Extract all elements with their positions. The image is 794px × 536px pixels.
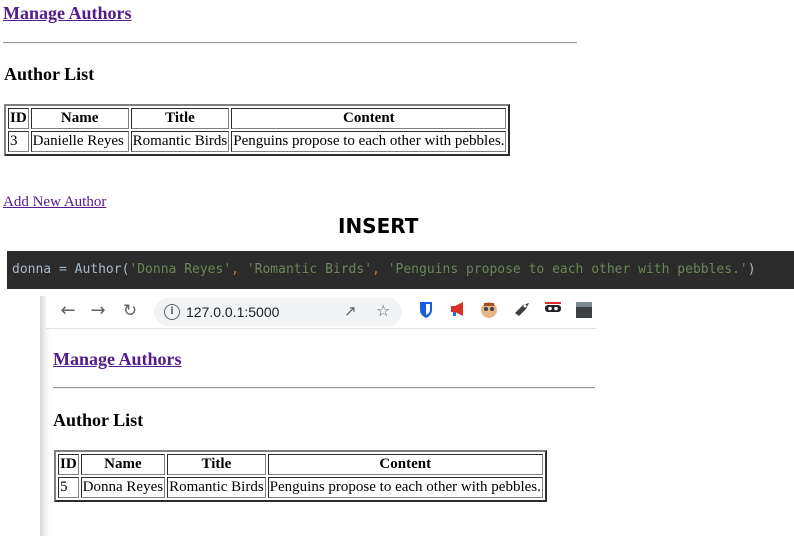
col-content-header: Content xyxy=(231,108,507,129)
bitwarden-icon[interactable] xyxy=(416,301,436,321)
back-icon[interactable]: ← xyxy=(58,301,78,321)
author-list-heading: Author List xyxy=(53,410,144,430)
megaphone-icon[interactable] xyxy=(448,301,468,321)
mask-extension-icon[interactable] xyxy=(543,301,563,321)
author-table: ID Name Title Content 3 Danielle Reyes R… xyxy=(4,104,511,156)
code-prefix: donna = Author( xyxy=(12,262,130,277)
share-icon[interactable]: ↗ xyxy=(344,302,357,320)
divider xyxy=(53,387,595,389)
dark-extension-icon[interactable] xyxy=(574,301,594,321)
insert-label: INSERT xyxy=(338,214,419,238)
avatar-extension-icon[interactable] xyxy=(479,301,499,321)
forward-icon[interactable]: → xyxy=(88,301,108,321)
cell-name: Donna Reyes xyxy=(80,477,166,498)
browser-window-edge xyxy=(40,296,50,536)
cell-id: 3 xyxy=(8,131,29,152)
divider xyxy=(3,42,577,44)
url-text[interactable]: 127.0.0.1:5000 xyxy=(186,304,279,320)
code-separator: , xyxy=(231,262,247,277)
code-snippet: donna = Author('Donna Reyes', 'Romantic … xyxy=(7,251,794,289)
table-row: 3 Danielle Reyes Romantic Birds Penguins… xyxy=(8,131,507,152)
bookmark-star-icon[interactable]: ☆ xyxy=(376,301,390,320)
cell-title: Romantic Birds xyxy=(167,477,266,498)
cell-name: Danielle Reyes xyxy=(30,131,129,152)
cell-title: Romantic Birds xyxy=(130,131,230,152)
col-title-header: Title xyxy=(130,108,230,129)
manage-authors-link[interactable]: Manage Authors xyxy=(53,349,182,370)
add-new-author-link[interactable]: Add New Author xyxy=(3,194,106,211)
site-info-icon[interactable]: i xyxy=(164,304,180,320)
col-name-header: Name xyxy=(80,454,166,475)
table-row: 5 Donna Reyes Romantic Birds Penguins pr… xyxy=(58,477,543,498)
address-bar[interactable]: i 127.0.0.1:5000 ↗ ☆ xyxy=(154,298,402,326)
cell-content: Penguins propose to each other with pebb… xyxy=(231,131,507,152)
reload-icon[interactable]: ↻ xyxy=(120,301,140,321)
manage-authors-link[interactable]: Manage Authors xyxy=(3,3,132,24)
author-list-heading: Author List xyxy=(4,64,95,84)
col-name-header: Name xyxy=(30,108,129,129)
col-title-header: Title xyxy=(167,454,266,475)
bird-extension-icon[interactable] xyxy=(512,301,532,321)
col-id-header: ID xyxy=(58,454,79,475)
cell-id: 5 xyxy=(58,477,79,498)
code-arg-content: 'Penguins propose to each other with peb… xyxy=(387,262,748,277)
code-suffix: ) xyxy=(747,262,756,277)
table-header-row: ID Name Title Content xyxy=(8,108,507,129)
code-arg-name: 'Donna Reyes' xyxy=(129,262,232,277)
browser-toolbar: ← → ↻ i 127.0.0.1:5000 ↗ ☆ xyxy=(46,296,596,329)
code-arg-title: 'Romantic Birds' xyxy=(246,262,373,277)
col-content-header: Content xyxy=(267,454,543,475)
table-header-row: ID Name Title Content xyxy=(58,454,543,475)
cell-content: Penguins propose to each other with pebb… xyxy=(267,477,543,498)
author-table: ID Name Title Content 5 Donna Reyes Roma… xyxy=(54,450,547,502)
col-id-header: ID xyxy=(8,108,29,129)
code-separator: , xyxy=(372,262,388,277)
